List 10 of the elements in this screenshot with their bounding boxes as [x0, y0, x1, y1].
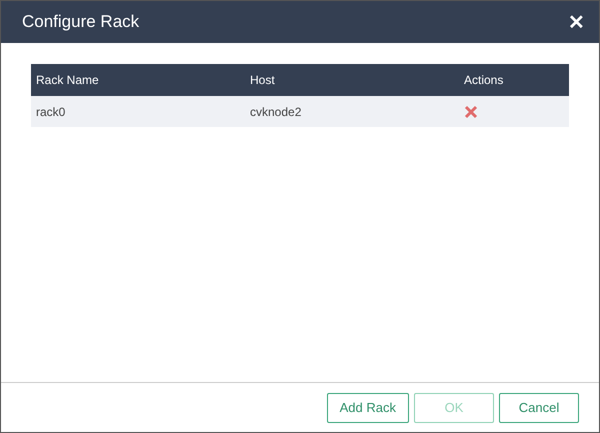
delete-icon[interactable]	[464, 104, 478, 118]
table-cell: rack0	[31, 96, 245, 127]
table-cell: cvknode2	[245, 96, 459, 127]
column-header: Rack Name	[31, 64, 245, 96]
dialog-button[interactable]: Cancel	[499, 392, 579, 422]
dialog-button[interactable]: Add Rack	[326, 392, 409, 422]
column-header: Actions	[459, 64, 569, 96]
close-button[interactable]: ✕	[564, 10, 589, 34]
dialog-title: Configure Rack	[22, 12, 140, 32]
column-header: Host	[245, 64, 459, 96]
